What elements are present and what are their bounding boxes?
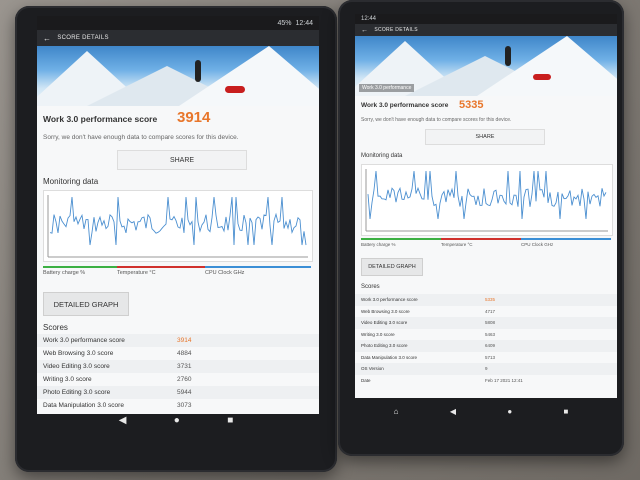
score-value: 5335 [459, 99, 484, 111]
right-tablet: 12:44 ← SCORE DETAILS Work 3.0 performan… [338, 0, 624, 456]
table-row: OS Version 9 [355, 363, 617, 375]
table-row: Web Browsing 3.0 score 4884 [37, 347, 319, 360]
legend-temp-bar [117, 266, 205, 268]
recents-nav-icon[interactable]: ■ [563, 407, 568, 416]
back-nav-icon[interactable]: ◀ [450, 407, 456, 416]
table-row: Data Manipulation 3.0 score 5713 [355, 352, 617, 364]
home-nav-icon[interactable]: ● [174, 415, 180, 426]
app-bar: ← SCORE DETAILS [355, 24, 617, 36]
score-cell: 5713 [485, 354, 496, 360]
hero-image: Work 3.0 performance [355, 36, 617, 96]
table-row: Photo Editing 3.0 score 5944 [37, 386, 319, 399]
detailed-graph-button[interactable]: DETAILED GRAPH [43, 292, 129, 316]
legend-battery: Battery charge % [43, 270, 86, 276]
legend-battery-bar [43, 266, 117, 268]
table-row: Work 3.0 performance score 3914 [37, 334, 319, 347]
score-label: Work 3.0 performance score [361, 102, 449, 109]
score-cell: 6409 [485, 343, 496, 349]
table-row: Photo Editing 3.0 score 6409 [355, 340, 617, 352]
legend-battery-bar [361, 238, 441, 240]
app-title: SCORE DETAILS [57, 35, 109, 41]
table-row: Video Editing 3.0 score 5808 [355, 317, 617, 329]
graph-svg [365, 169, 608, 232]
score-cell: 3731 [177, 363, 192, 370]
recents-nav-icon[interactable]: ■ [227, 415, 233, 426]
table-row: Video Editing 3.0 score 3731 [37, 360, 319, 373]
score-cell: 4717 [485, 308, 496, 314]
table-row: Work 3.0 performance score 5335 [355, 294, 617, 306]
skier-figure [195, 60, 201, 82]
left-screen: 45% 12:44 ← SCORE DETAILS Work 3.0 perfo… [37, 16, 319, 414]
right-screen: 12:44 ← SCORE DETAILS Work 3.0 performan… [355, 14, 617, 398]
monitoring-title: Monitoring data [361, 153, 403, 159]
legend-temp-bar [441, 238, 521, 240]
score-panel: Work 3.0 performance score 5335 Sorry, w… [355, 96, 617, 398]
app-bar: ← SCORE DETAILS [37, 30, 319, 46]
back-nav-icon[interactable]: ◀ [119, 415, 127, 426]
legend-battery: Battery charge % [361, 242, 396, 247]
table-row: Writing 3.0 score 5463 [355, 329, 617, 341]
score-panel: Work 3.0 performance score 3914 Sorry, w… [37, 106, 319, 414]
skier-figure [505, 46, 511, 66]
table-row: Writing 3.0 score 2760 [37, 373, 319, 386]
score-cell: 9 [485, 366, 488, 372]
status-bar: 45% 12:44 [37, 16, 319, 30]
score-cell: 5944 [177, 389, 192, 396]
legend-cpu-bar [521, 238, 611, 240]
monitoring-graph [361, 164, 613, 236]
score-cell: 5335 [485, 297, 496, 303]
back-arrow-icon[interactable]: ← [361, 27, 368, 34]
graph-svg [47, 195, 308, 258]
status-bar: 12:44 [355, 14, 617, 24]
share-button[interactable]: SHARE [425, 129, 545, 145]
home-nav-icon[interactable]: ● [507, 407, 512, 416]
hero-image [37, 46, 319, 106]
share-button[interactable]: SHARE [117, 150, 247, 170]
score-cell: 5808 [485, 320, 496, 326]
legend-cpu: CPU Clock GHz [205, 270, 245, 276]
score-cell: 2760 [177, 376, 192, 383]
sled-figure [533, 74, 551, 80]
sled-figure [225, 86, 245, 93]
app-title: SCORE DETAILS [374, 27, 418, 33]
nav-bar: ⌂ ◀ ● ■ [368, 404, 594, 418]
legend-cpu-bar [205, 266, 311, 268]
clock-text: 12:44 [295, 19, 313, 27]
score-cell: 4884 [177, 350, 192, 357]
compare-note: Sorry, we don't have enough data to comp… [43, 134, 239, 141]
battery-text: 45% [277, 19, 292, 27]
scores-title: Scores [361, 284, 380, 290]
hero-caption: Work 3.0 performance [359, 84, 415, 92]
detailed-graph-button[interactable]: DETAILED GRAPH [361, 258, 423, 276]
score-cell: 3914 [177, 337, 192, 344]
monitoring-title: Monitoring data [43, 177, 99, 186]
legend-temp: Temperature °C [117, 270, 156, 276]
table-row: Data Manipulation 3.0 score 3073 [37, 399, 319, 412]
scores-title: Scores [43, 323, 68, 332]
nav-bar: ◀ ● ■ [95, 412, 257, 428]
table-row: Date Feb 17 2021 12:41 [355, 375, 617, 387]
compare-note: Sorry, we don't have enough data to comp… [361, 117, 512, 123]
score-value: 3914 [177, 109, 211, 126]
score-cell: Feb 17 2021 12:41 [485, 377, 523, 383]
left-tablet: 45% 12:44 ← SCORE DETAILS Work 3.0 perfo… [15, 6, 337, 472]
legend-temp: Temperature °C [441, 242, 473, 247]
monitoring-graph [43, 190, 313, 262]
home-app-icon[interactable]: ⌂ [394, 407, 399, 416]
clock-text: 12:44 [361, 16, 377, 22]
score-label: Work 3.0 performance score [43, 114, 158, 124]
table-row: Web Browsing 3.0 score 4717 [355, 306, 617, 318]
legend-cpu: CPU Clock GHz [521, 242, 554, 247]
score-cell: 3073 [177, 402, 192, 409]
back-arrow-icon[interactable]: ← [43, 34, 51, 43]
score-cell: 5463 [485, 331, 496, 337]
